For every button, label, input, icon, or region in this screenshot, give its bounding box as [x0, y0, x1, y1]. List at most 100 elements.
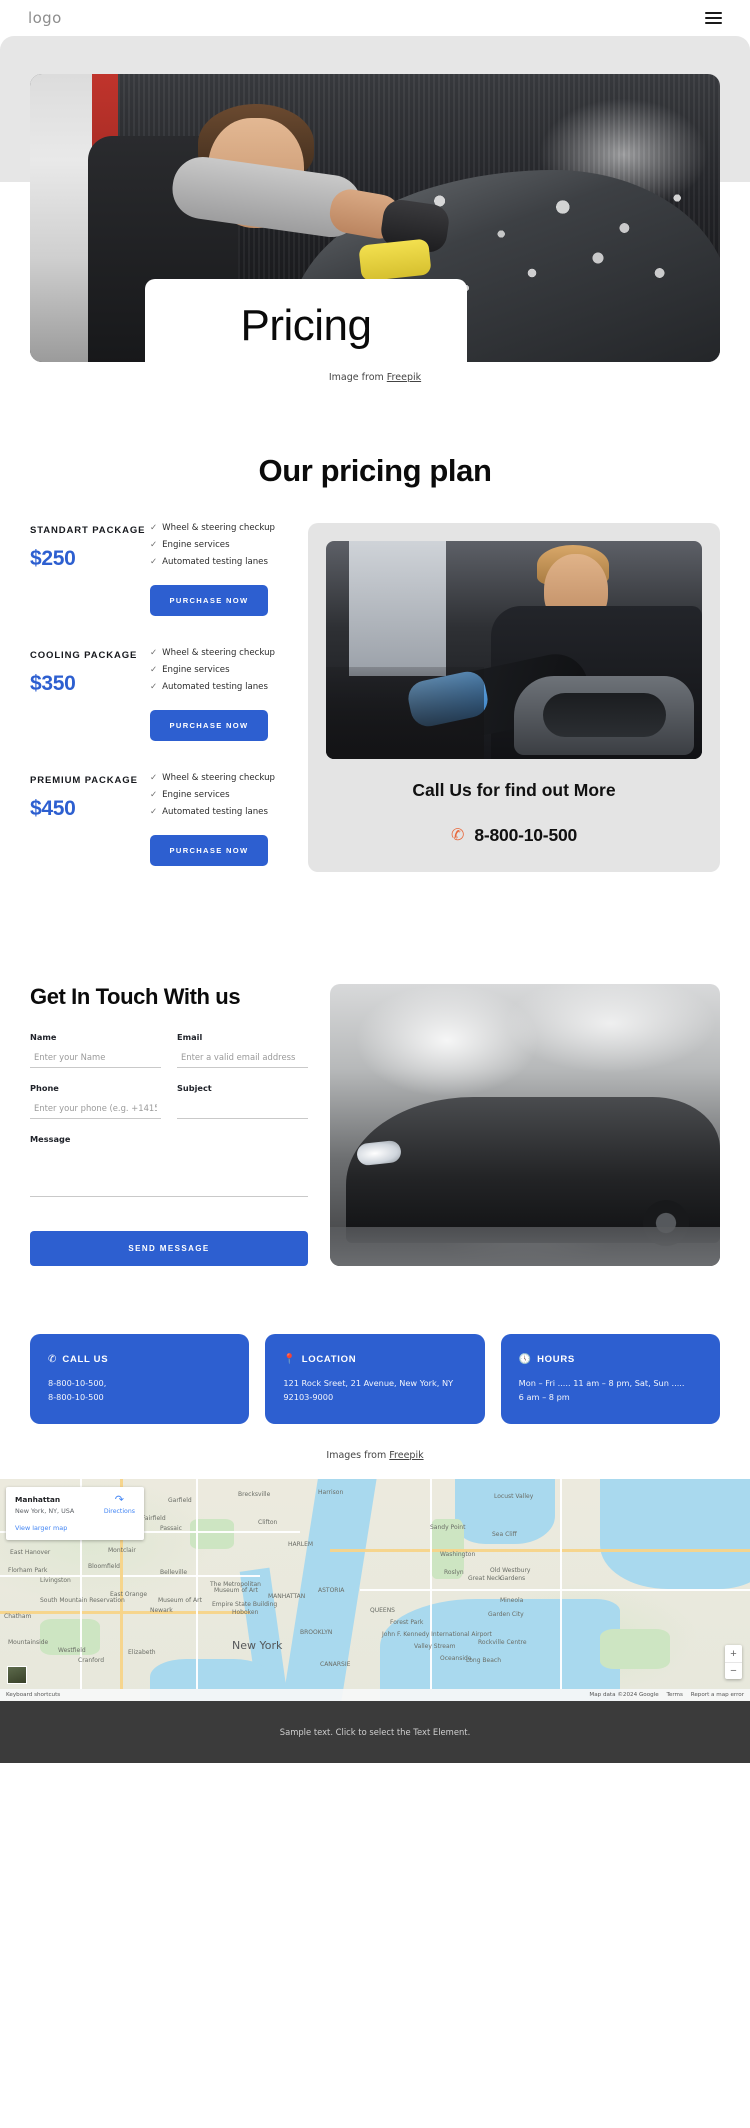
call-us-heading: Call Us for find out More [412, 780, 616, 800]
map-place-label: ASTORIA [318, 1587, 345, 1595]
info-card-call-us[interactable]: ✆ CALL US 8-800-10-500, 8-800-10-500 [30, 1334, 250, 1425]
field-phone: Phone [30, 1083, 161, 1119]
field-message: Message [30, 1134, 308, 1202]
hamburger-menu-icon[interactable] [705, 12, 722, 24]
map-place-label: Locust Valley [494, 1493, 534, 1501]
map-park [600, 1629, 670, 1670]
images-credit-link[interactable]: Freepik [389, 1450, 423, 1461]
map-place-name: Manhattan [15, 1495, 61, 1505]
map-terms-link[interactable]: Terms [666, 1692, 682, 1698]
map-directions-button[interactable]: ↷ Directions [104, 1495, 135, 1516]
footer-sample-text[interactable]: Sample text. Click to select the Text El… [280, 1727, 471, 1737]
map-place-label: Belleville [160, 1569, 188, 1577]
images-credit-prefix: Images from [326, 1450, 390, 1462]
phone-input[interactable] [30, 1099, 161, 1119]
name-label: Name [30, 1032, 57, 1042]
map-road [430, 1479, 432, 1690]
subject-input[interactable] [177, 1099, 308, 1119]
map-place-label: Fairfield [142, 1515, 166, 1523]
map-place-label: East Hanover [10, 1549, 51, 1557]
phone-label: Phone [30, 1083, 59, 1093]
location-pin-icon: 📍 [283, 1353, 296, 1365]
send-message-button[interactable]: SEND MESSAGE [30, 1231, 308, 1266]
field-name: Name [30, 1032, 161, 1068]
purchase-now-button[interactable]: PURCHASE NOW [150, 710, 268, 741]
form-row-phone-subject: Phone Subject [30, 1083, 308, 1134]
field-email: Email [177, 1032, 308, 1068]
form-row-name-email: Name Email [30, 1032, 308, 1083]
map-place-label: Forest Park [390, 1619, 424, 1627]
plan-name: PREMIUM PACKAGE [30, 775, 138, 786]
email-input[interactable] [177, 1048, 308, 1068]
plan-summary: PREMIUM PACKAGE $450 [30, 773, 150, 866]
plan-feature-label: Wheel & steering checkup [162, 648, 275, 658]
page-title: Pricing [240, 301, 373, 350]
plan-details: ✓ Wheel & steering checkup ✓ Engine serv… [150, 773, 292, 866]
map-road [196, 1479, 198, 1690]
call-us-phone-row[interactable]: ✆ 8-800-10-500 [326, 825, 702, 846]
map-zoom-in-button[interactable]: + [725, 1645, 742, 1662]
plan-feature-label: Automated testing lanes [162, 682, 268, 692]
google-map[interactable]: New York Garfield Brecksville Harrison Locu… [0, 1479, 750, 1702]
pricing-plan-card: STANDART PACKAGE $250 ✓ Wheel & steering… [30, 523, 292, 616]
map-place-label: Elizabeth [128, 1649, 156, 1657]
info-card-location[interactable]: 📍 LOCATION 121 Rock Sreet, 21 Avenue, Ne… [265, 1334, 485, 1425]
plan-feature: ✓ Wheel & steering checkup [150, 773, 292, 783]
message-label: Message [30, 1134, 71, 1144]
plan-details: ✓ Wheel & steering checkup ✓ Engine serv… [150, 523, 292, 616]
name-input[interactable] [30, 1048, 161, 1068]
burger-line [705, 12, 722, 14]
map-info-card: Manhattan New York, NY, USA ↷ Directions… [6, 1487, 144, 1541]
plan-feature: ✓ Automated testing lanes [150, 807, 292, 817]
hero-credit-link[interactable]: Freepik [387, 372, 421, 383]
contact-photo-car-wash [330, 984, 720, 1266]
info-card-header: 📍 LOCATION [283, 1354, 466, 1365]
plan-name: COOLING PACKAGE [30, 650, 138, 661]
plan-feature: ✓ Engine services [150, 790, 292, 800]
map-place-label: Hoboken [232, 1609, 259, 1617]
map-city-label: New York [232, 1639, 283, 1653]
info-card-title: CALL US [62, 1354, 109, 1365]
info-card-title: LOCATION [301, 1354, 357, 1365]
subject-label: Subject [177, 1083, 212, 1093]
map-place-label: Gardens [500, 1575, 526, 1583]
hero-inner: Pricing Image from Freepik [0, 36, 750, 383]
call-photo-shadow [326, 667, 484, 759]
map-place-label: Westfield [58, 1647, 86, 1655]
map-road [0, 1575, 260, 1578]
message-textarea[interactable] [30, 1149, 308, 1197]
map-view-larger-link[interactable]: View larger map [15, 1524, 135, 1532]
plan-price: $250 [30, 547, 76, 570]
map-attribution-bar: Keyboard shortcuts Map data ©2024 Google… [0, 1689, 750, 1702]
contact-info-cards: ✆ CALL US 8-800-10-500, 8-800-10-500 📍 L… [0, 1266, 750, 1425]
map-attribution-right: Map data ©2024 Google Terms Report a map… [583, 1692, 744, 1698]
info-card-hours[interactable]: 🕔 HOURS Mon – Fri ..... 11 am – 8 pm, Sa… [500, 1334, 720, 1425]
map-road [560, 1479, 562, 1690]
map-highway [330, 1549, 750, 1553]
map-road [360, 1589, 750, 1592]
map-place-label: Oceanside [440, 1655, 472, 1663]
map-place-label: Chatham [4, 1613, 32, 1621]
pricing-plan-card: PREMIUM PACKAGE $450 ✓ Wheel & steering … [30, 773, 292, 866]
map-card-top: Manhattan New York, NY, USA ↷ Directions [15, 1495, 135, 1516]
map-zoom-out-button[interactable]: − [725, 1662, 742, 1679]
page-root: logo Pricing Image from Freepik Our pric… [0, 0, 750, 1764]
map-place-label: East Orange [110, 1591, 148, 1599]
plan-summary: STANDART PACKAGE $250 [30, 523, 150, 616]
phone-icon: ✆ [450, 826, 465, 844]
info-card-title: HOURS [537, 1354, 575, 1365]
info-card-line: Mon – Fri ..... 11 am – 8 pm, Sat, Sun .… [518, 1378, 685, 1388]
call-us-phone-number[interactable]: 8-800-10-500 [474, 825, 577, 846]
map-report-error-link[interactable]: Report a map error [691, 1692, 744, 1698]
purchase-now-button[interactable]: PURCHASE NOW [150, 585, 268, 616]
map-place-label: HARLEM [288, 1541, 314, 1549]
map-place-label: Sandy Point [430, 1524, 466, 1532]
plan-details: ✓ Wheel & steering checkup ✓ Engine serv… [150, 648, 292, 741]
map-keyboard-shortcuts[interactable]: Keyboard shortcuts [6, 1692, 60, 1698]
site-logo[interactable]: logo [28, 9, 62, 27]
purchase-now-button[interactable]: PURCHASE NOW [150, 835, 268, 866]
hero-image-credit: Image from Freepik [30, 362, 720, 383]
map-streetview-thumbnail[interactable] [7, 1666, 27, 1685]
check-icon: ✓ [150, 807, 158, 817]
map-place-label: John F. Kennedy International Airport [382, 1631, 492, 1639]
